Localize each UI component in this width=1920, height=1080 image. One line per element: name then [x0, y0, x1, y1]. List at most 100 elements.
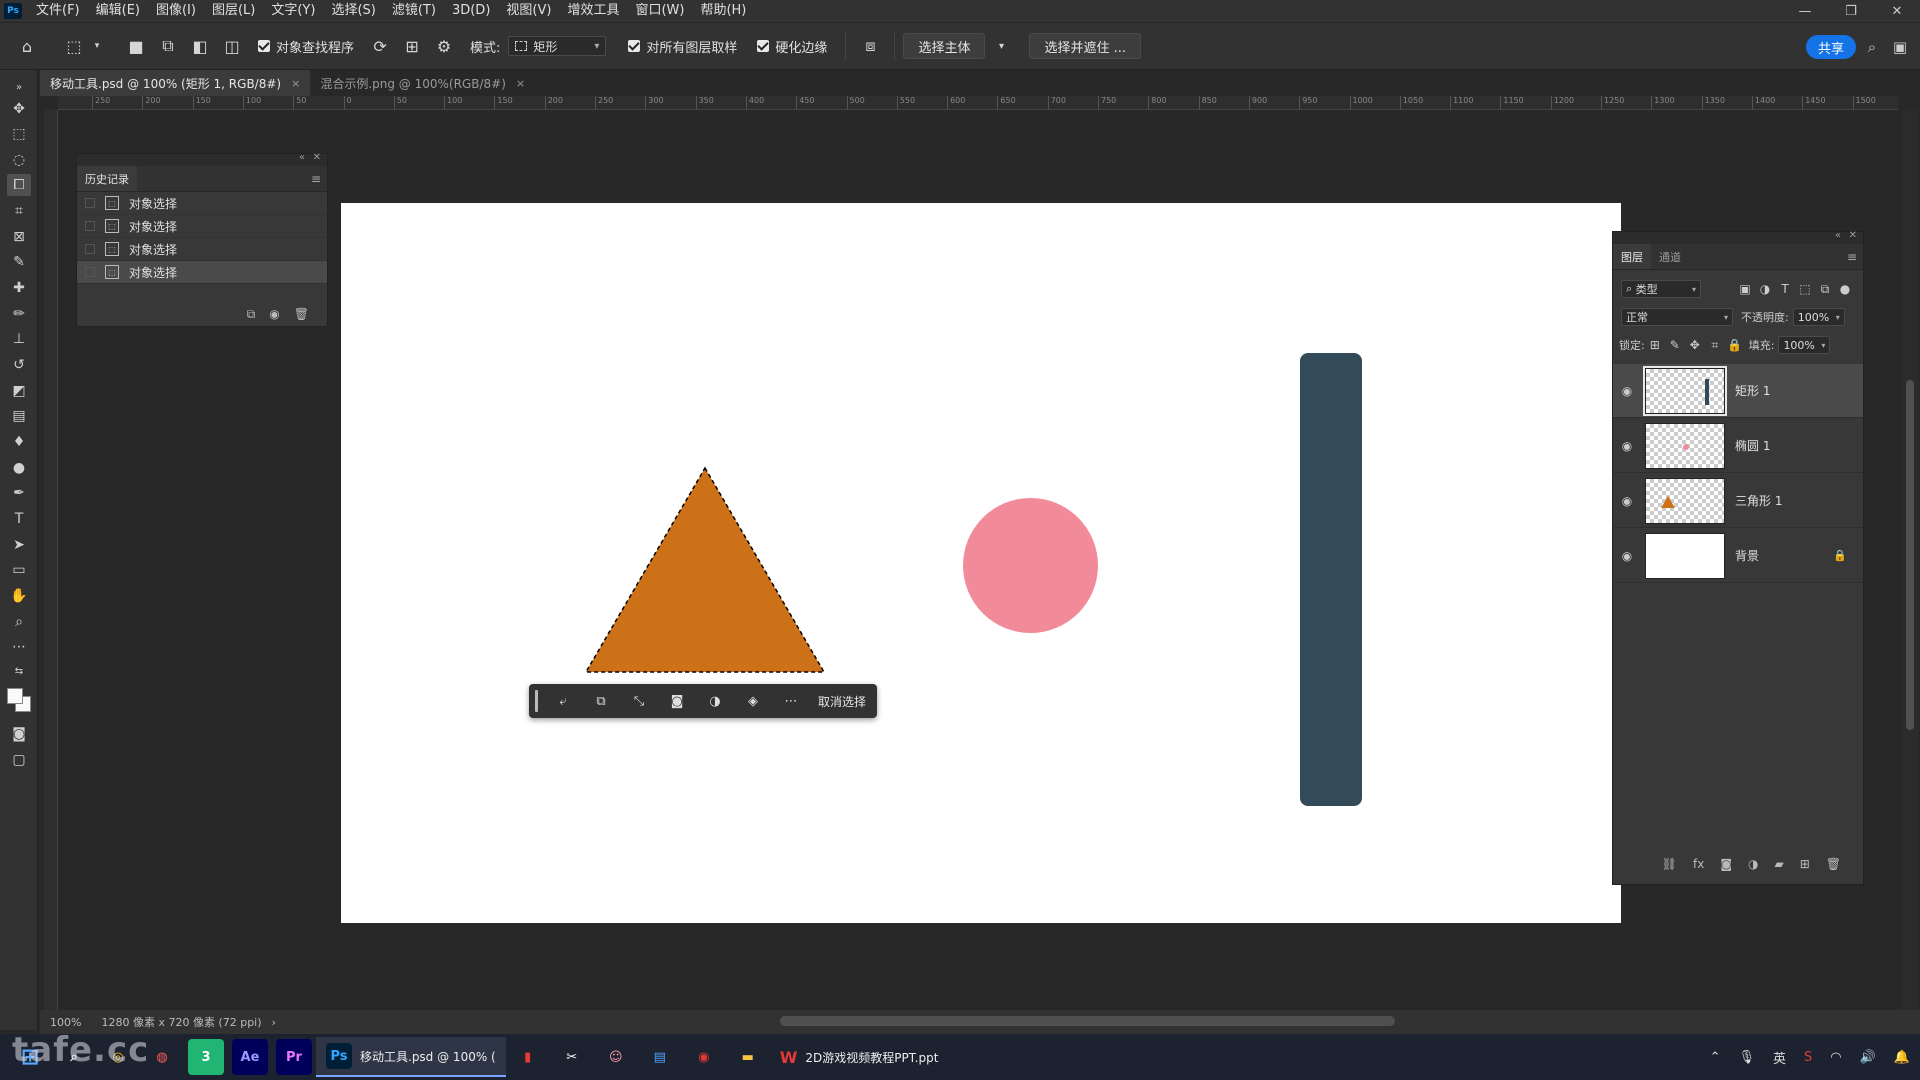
taskbar-photoshop[interactable]: Ps 移动工具.psd @ 100% ( — [316, 1037, 506, 1077]
netease-music-icon[interactable]: ◍ — [144, 1039, 180, 1075]
layer-row[interactable]: ◉ 椭圆 1 — [1613, 419, 1863, 473]
horizontal-scrollbar-thumb[interactable] — [780, 1016, 1395, 1026]
history-brush-source-checkbox[interactable] — [85, 267, 95, 277]
filter-toggle-icon[interactable]: ● — [1835, 280, 1855, 298]
circle-shape[interactable] — [963, 498, 1098, 633]
layer-name[interactable]: 椭圆 1 — [1735, 437, 1770, 454]
layer-name[interactable]: 矩形 1 — [1735, 382, 1770, 399]
add-mask-icon[interactable]: ◙ — [1720, 857, 1732, 871]
move-tool-icon[interactable]: ✥ — [7, 98, 31, 120]
gear-icon[interactable]: ⚙ — [431, 33, 457, 59]
close-icon[interactable]: ✕ — [313, 152, 321, 163]
select-and-mask-button[interactable]: 选择并遮住 ... — [1029, 33, 1141, 59]
menu-filter[interactable]: 滤镜(T) — [384, 0, 444, 22]
app-blue-icon[interactable]: ▤ — [642, 1039, 678, 1075]
object-finder-checkbox[interactable]: 对象查找程序 — [258, 37, 354, 56]
ime-indicator[interactable]: 英 — [1773, 1048, 1786, 1067]
lock-position-icon[interactable]: ✥ — [1685, 336, 1705, 354]
layer-row[interactable]: ◉ 三角形 1 — [1613, 474, 1863, 528]
tab-channels[interactable]: 通道 — [1651, 244, 1689, 269]
tab-layers[interactable]: 图层 — [1613, 244, 1651, 269]
layer-filter-select[interactable]: ⌕ 类型 ▾ — [1621, 280, 1701, 298]
screen-mode-icon[interactable]: ▢ — [7, 749, 31, 771]
history-brush-source-checkbox[interactable] — [85, 221, 95, 231]
gradient-tool-icon[interactable]: ▤ — [7, 405, 31, 427]
layer-row[interactable]: ◉ 背景 🔒 — [1613, 529, 1863, 583]
path-selection-tool-icon[interactable]: ➤ — [7, 534, 31, 556]
history-brush-source-checkbox[interactable] — [85, 244, 95, 254]
foreground-color-swatch[interactable] — [7, 688, 23, 704]
cloud-processing-icon[interactable]: ⧈ — [857, 33, 883, 59]
search-icon[interactable]: ⌕ — [1860, 35, 1884, 59]
more-tools-icon[interactable]: ⋯ — [7, 636, 31, 658]
file-explorer-icon[interactable]: ▬ — [730, 1039, 766, 1075]
mode-select[interactable]: 矩形 ▾ — [508, 36, 607, 56]
more-options-icon[interactable]: ⋯ — [776, 688, 806, 714]
layer-style-fx-icon[interactable]: fx — [1693, 857, 1704, 871]
workspace-icon[interactable]: ▣ — [1888, 35, 1912, 59]
chevron-down-icon[interactable]: ▾ — [84, 33, 110, 59]
transform-selection-icon[interactable]: ⤡ — [624, 688, 654, 714]
zoom-level[interactable]: 100% — [50, 1016, 81, 1029]
opacity-input[interactable]: 100% ▾ — [1792, 308, 1845, 326]
tab-history[interactable]: 历史记录 — [77, 166, 137, 191]
select-subject-button[interactable]: 选择主体 — [903, 33, 986, 59]
menu-file[interactable]: 文件(F) — [28, 0, 88, 22]
history-brush-tool-icon[interactable]: ↺ — [7, 354, 31, 376]
avatar-app-icon[interactable]: ☺ — [598, 1039, 634, 1075]
eye-icon[interactable]: ◉ — [1613, 439, 1641, 453]
history-brush-source-checkbox[interactable] — [85, 198, 95, 208]
trash-icon[interactable]: 🗑 — [294, 307, 309, 321]
eyedropper-tool-icon[interactable]: ✎ — [7, 251, 31, 273]
adjustment-layer-icon[interactable]: ◑ — [700, 688, 730, 714]
chevron-up-icon[interactable]: ⌃ — [1710, 1050, 1721, 1065]
adjustment-layer-icon[interactable]: ◑ — [1748, 857, 1758, 871]
new-layer-icon[interactable]: ⊞ — [1800, 857, 1810, 871]
layer-name[interactable]: 背景 — [1735, 547, 1759, 564]
harden-edge-checkbox[interactable]: 硬化边缘 — [757, 37, 827, 56]
crop-tool-icon[interactable]: ⌗ — [7, 200, 31, 222]
chevron-right-icon[interactable]: › — [272, 1016, 276, 1029]
filter-type-icon[interactable]: T — [1775, 280, 1795, 298]
clone-stamp-tool-icon[interactable]: ⊥ — [7, 328, 31, 350]
panel-menu-icon[interactable]: ≡ — [311, 172, 321, 186]
tab-blend-example-png[interactable]: 混合示例.png @ 100%(RGB/8#) × — [310, 70, 535, 96]
trash-icon[interactable]: 🗑 — [1826, 857, 1841, 871]
notification-icon[interactable]: 🔔 — [1894, 1050, 1910, 1065]
drag-handle[interactable] — [535, 690, 538, 712]
after-effects-icon[interactable]: Ae — [232, 1039, 268, 1075]
close-icon[interactable]: × — [516, 77, 525, 90]
filter-adjustment-icon[interactable]: ◑ — [1755, 280, 1775, 298]
app-3-icon[interactable]: 3 — [188, 1039, 224, 1075]
scrollbar-thumb[interactable] — [1906, 380, 1914, 730]
panel-menu-icon[interactable]: ≡ — [1847, 250, 1857, 264]
menu-image[interactable]: 图像(I) — [148, 0, 204, 22]
triangle-shape[interactable] — [584, 466, 826, 674]
history-item[interactable]: ⬚ 对象选择 — [77, 192, 327, 215]
sample-all-layers-checkbox[interactable]: 对所有图层取样 — [628, 37, 737, 56]
lock-all-icon[interactable]: 🔒 — [1725, 336, 1745, 354]
collapse-toolbar-icon[interactable]: » — [7, 76, 31, 98]
eye-icon[interactable]: ◉ — [1613, 549, 1641, 563]
menu-layer[interactable]: 图层(L) — [204, 0, 263, 22]
object-selection-tool-icon[interactable]: ⧠ — [7, 174, 31, 196]
history-item[interactable]: ⬚ 对象选择 — [77, 261, 327, 284]
premiere-icon[interactable]: Pr — [276, 1039, 312, 1075]
invert-selection-icon[interactable]: ⧉ — [586, 688, 616, 714]
record-icon[interactable]: ◉ — [686, 1039, 722, 1075]
eraser-tool-icon[interactable]: ◩ — [7, 380, 31, 402]
blur-tool-icon[interactable]: ♦ — [7, 431, 31, 453]
menu-help[interactable]: 帮助(H) — [692, 0, 754, 22]
lock-image-pixels-icon[interactable]: ✎ — [1665, 336, 1685, 354]
rectangle-tool-icon[interactable]: ▭ — [7, 559, 31, 581]
new-group-icon[interactable]: ▰ — [1774, 857, 1783, 871]
healing-brush-tool-icon[interactable]: ✚ — [7, 277, 31, 299]
app-red-icon[interactable]: ▮ — [510, 1039, 546, 1075]
close-icon[interactable]: ✕ — [1849, 230, 1857, 241]
menu-plugins[interactable]: 增效工具 — [559, 0, 627, 22]
rectangle-shape[interactable] — [1300, 353, 1362, 806]
history-item[interactable]: ⬚ 对象选择 — [77, 238, 327, 261]
wifi-icon[interactable]: ◠ — [1830, 1050, 1841, 1065]
show-all-objects-icon[interactable]: ⊞ — [399, 33, 425, 59]
vertical-scrollbar[interactable] — [1902, 110, 1918, 1010]
